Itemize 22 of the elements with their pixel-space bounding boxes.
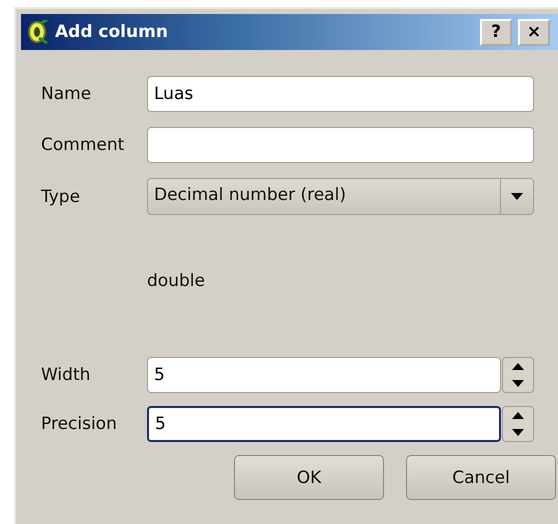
cancel-button[interactable]: Cancel — [406, 455, 556, 500]
type-note: double — [147, 271, 206, 291]
up-arrow-icon — [512, 363, 524, 370]
field-label: Type — [41, 186, 82, 206]
number-field[interactable]: 5 — [147, 406, 501, 442]
up-arrow-icon — [512, 412, 524, 419]
field-label: Width — [41, 365, 92, 385]
text-field[interactable] — [147, 127, 534, 163]
ok-button[interactable]: OK — [234, 455, 384, 500]
window-title: Add column — [55, 22, 169, 42]
field-label: Name — [41, 84, 92, 104]
close-button[interactable]: × — [518, 18, 550, 46]
caret-icon — [511, 193, 523, 200]
field-label: Precision — [41, 414, 118, 434]
down-arrow-icon — [512, 380, 524, 387]
text-field[interactable]: Luas — [147, 76, 534, 112]
number-field[interactable]: 5 — [147, 357, 501, 393]
down-arrow-icon — [512, 429, 524, 436]
help-button[interactable]: ? — [480, 18, 512, 46]
field-label: Comment — [41, 135, 126, 155]
app-logo-icon — [27, 20, 49, 44]
type-dropdown[interactable]: Decimal number (real) — [147, 178, 534, 215]
